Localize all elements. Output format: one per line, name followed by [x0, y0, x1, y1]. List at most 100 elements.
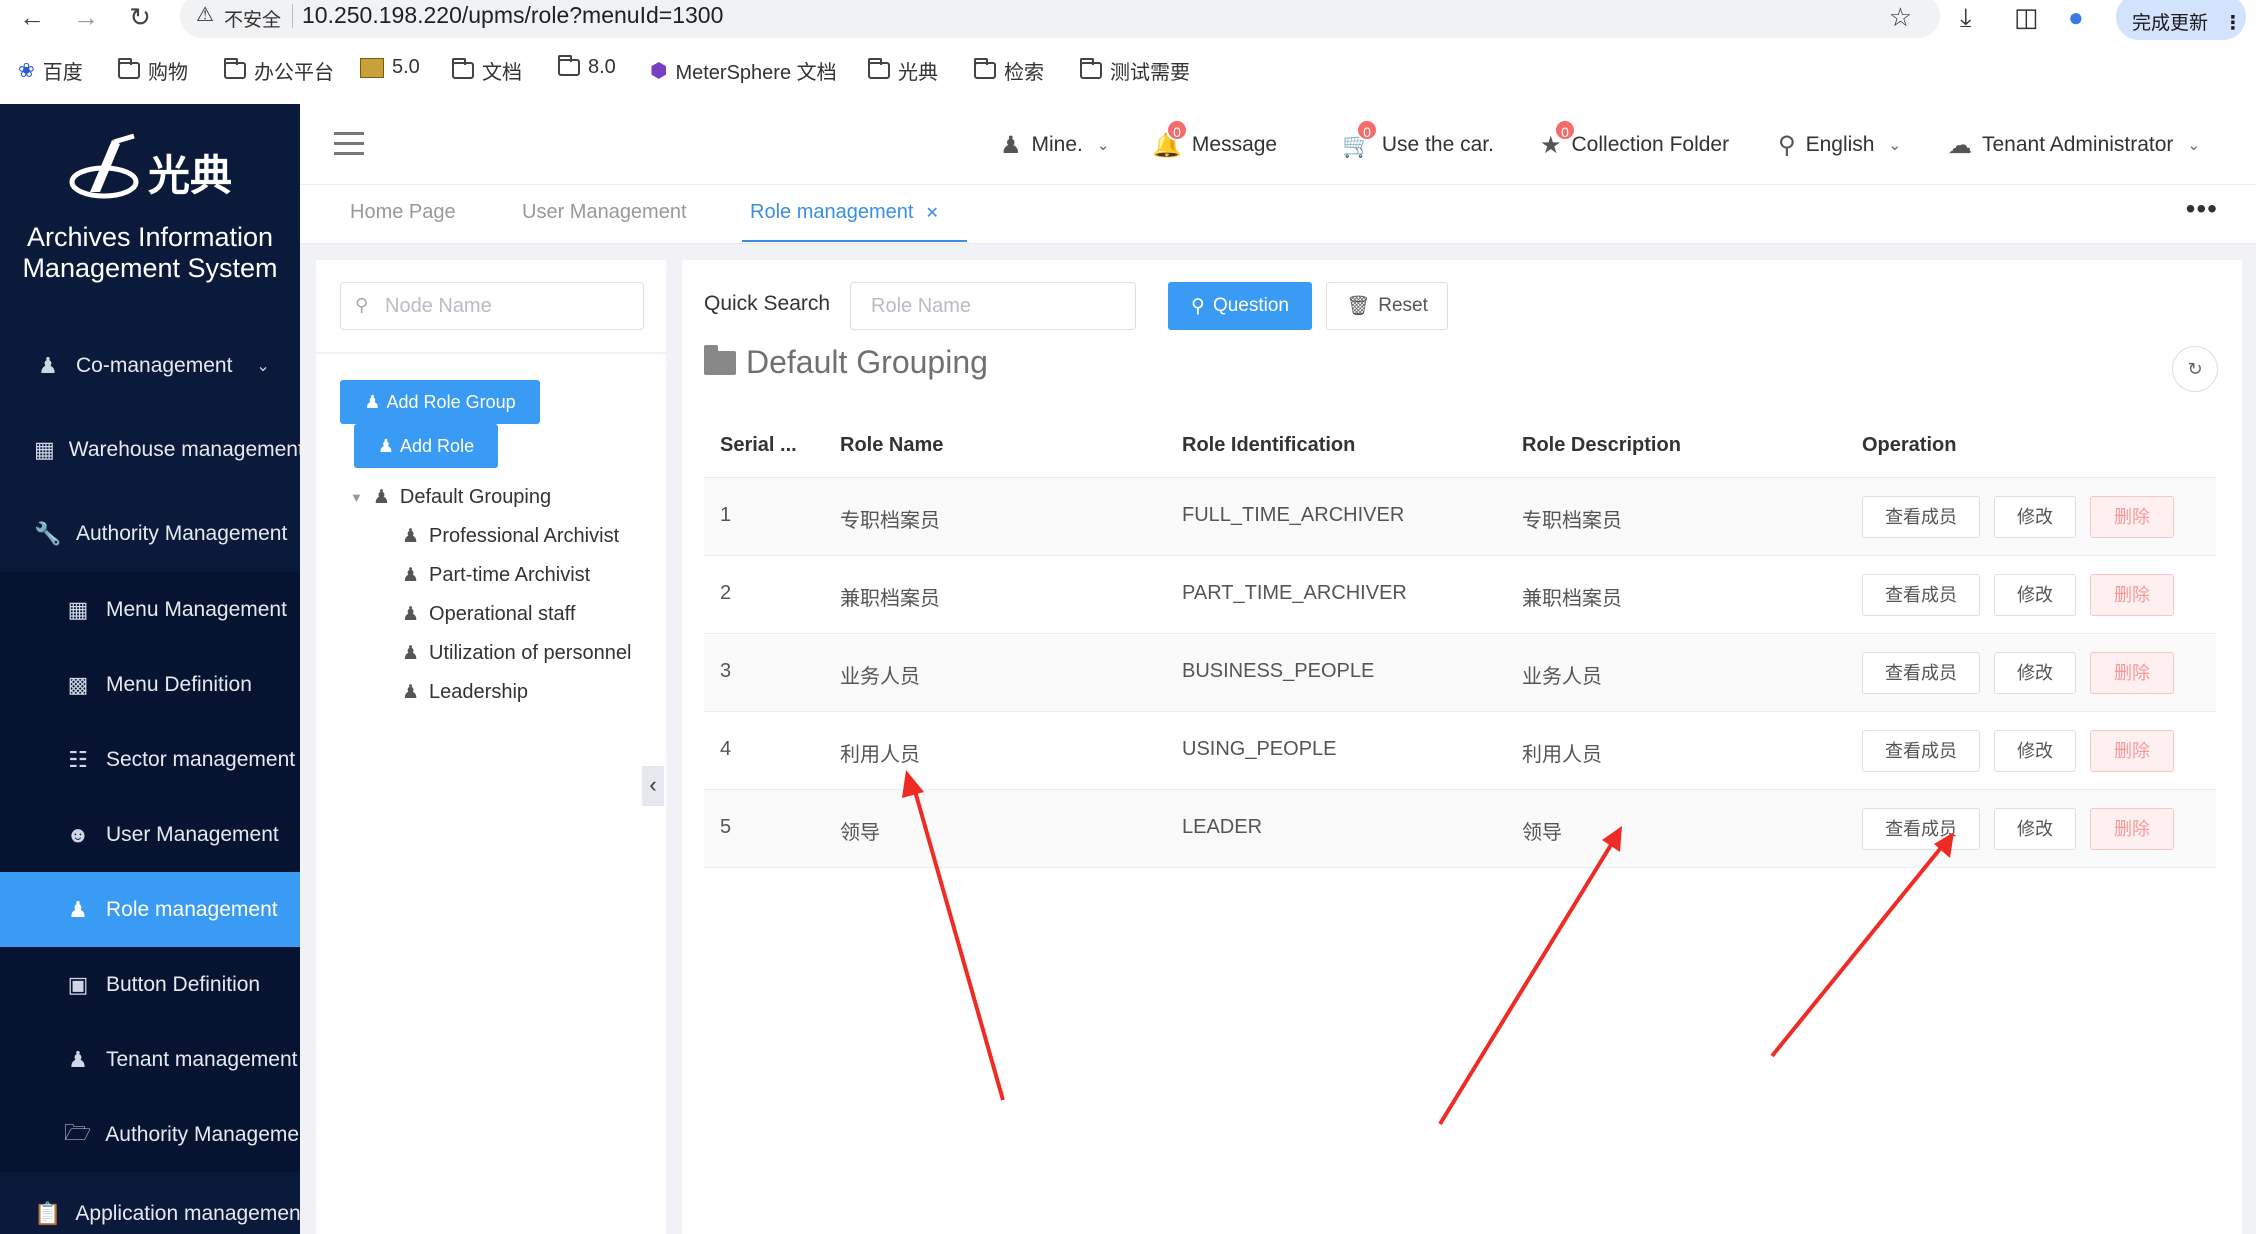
address-bar[interactable]: ⚠ 不安全 10.250.198.220/upms/role?menuId=13…: [180, 0, 1940, 38]
edit-button[interactable]: 修改: [1994, 652, 2076, 694]
sidebar-item-warehouse[interactable]: ▦ Warehouse management: [0, 412, 300, 487]
sidebar-item-authority[interactable]: 🔧 Authority Management: [0, 496, 300, 571]
table-row[interactable]: 1 专职档案员 FULL_TIME_ARCHIVER 专职档案员 查看成员 修改…: [704, 478, 2216, 556]
tab-home-page[interactable]: Home Page: [350, 201, 456, 224]
update-button[interactable]: 完成更新 ⋮: [2116, 0, 2246, 40]
bookmark-label: 购物: [148, 62, 188, 84]
bookmark-item[interactable]: ❀ 百度: [18, 56, 83, 85]
side-panel-icon[interactable]: ◫: [2014, 2, 2039, 33]
sidebar-item-label: Sector management: [106, 747, 296, 771]
sidebar-item-application[interactable]: 📋 Application management: [0, 1176, 300, 1234]
question-button[interactable]: ⚲ Question: [1168, 282, 1312, 330]
bookmark-folder[interactable]: 光典: [868, 56, 938, 85]
insecure-label[interactable]: 不安全: [224, 5, 281, 32]
sidebar-item-label: User Management: [106, 822, 279, 846]
table-row[interactable]: 5 领导 LEADER 领导 查看成员 修改 删除: [704, 790, 2216, 868]
folder-icon: [1080, 58, 1102, 79]
reset-button[interactable]: 🗑 Reset: [1326, 282, 1448, 330]
sidebar-item-menu-definition[interactable]: ▩ Menu Definition: [0, 647, 300, 722]
collection-button[interactable]: ★ 0 Collection Folder: [1540, 118, 1729, 162]
column-header-serial[interactable]: Serial ...: [720, 434, 797, 457]
view-members-button[interactable]: 查看成员: [1862, 808, 1980, 850]
url-text[interactable]: 10.250.198.220/upms/role?menuId=1300: [302, 2, 723, 29]
sidebar-item-tenant[interactable]: ♟ Tenant management: [0, 1022, 300, 1097]
bookmark-folder[interactable]: 文档: [452, 56, 522, 85]
table-row[interactable]: 2 兼职档案员 PART_TIME_ARCHIVER 兼职档案员 查看成员 修改…: [704, 556, 2216, 634]
cell-role-name: 专职档案员: [840, 510, 940, 532]
tab-role-management[interactable]: Role management ✕: [742, 201, 967, 242]
sidebar-item-authority-sub[interactable]: 🗁 Authority Management: [0, 1097, 300, 1172]
add-role-button[interactable]: ♟ Add Role: [354, 424, 498, 468]
add-role-group-button[interactable]: ♟ Add Role Group: [340, 380, 540, 424]
node-search-input[interactable]: [383, 293, 633, 319]
sidebar-item-user-management[interactable]: ☻ User Management: [0, 797, 300, 872]
column-header-role-identification[interactable]: Role Identification: [1182, 434, 1355, 457]
download-icon[interactable]: ⤓: [1960, 2, 1972, 34]
system-title: Archives Information Management System: [0, 222, 300, 284]
more-icon[interactable]: •••: [2186, 193, 2218, 225]
message-button[interactable]: 🔔 0 Message: [1152, 118, 1277, 162]
edit-button[interactable]: 修改: [1994, 730, 2076, 772]
column-header-operation[interactable]: Operation: [1862, 434, 1956, 457]
forward-icon[interactable]: →: [68, 0, 104, 34]
reload-icon[interactable]: ↻: [122, 0, 158, 34]
hamburger-icon[interactable]: [334, 132, 364, 156]
tree-node-root[interactable]: ▼ ♟ Default Grouping: [350, 486, 551, 509]
view-members-button[interactable]: 查看成员: [1862, 574, 1980, 616]
wrench-icon: 🔧: [34, 520, 62, 546]
sidebar-item-co-management[interactable]: ♟ Co-management ⌄: [0, 328, 300, 403]
delete-button[interactable]: 删除: [2090, 574, 2174, 616]
delete-button[interactable]: 删除: [2090, 652, 2174, 694]
column-header-role-description[interactable]: Role Description: [1522, 434, 1681, 457]
tree-node[interactable]: ♟ Professional Archivist: [402, 525, 619, 548]
sidebar-item-sector[interactable]: ☷ Sector management: [0, 722, 300, 797]
cell-role-name: 业务人员: [840, 666, 920, 688]
edit-button[interactable]: 修改: [1994, 496, 2076, 538]
bookmark-folder[interactable]: 办公平台: [224, 56, 334, 85]
org-chart-icon: ☷: [68, 746, 88, 772]
table-row[interactable]: 4 利用人员 USING_PEOPLE 利用人员 查看成员 修改 删除: [704, 712, 2216, 790]
edit-button[interactable]: 修改: [1994, 808, 2076, 850]
table-row[interactable]: 3 业务人员 BUSINESS_PEOPLE 业务人员 查看成员 修改 删除: [704, 634, 2216, 712]
delete-button[interactable]: 删除: [2090, 730, 2174, 772]
tree-node[interactable]: ♟ Part-time Archivist: [402, 564, 590, 587]
bookmark-item[interactable]: ⬢ MeterSphere 文档: [650, 56, 837, 85]
close-icon[interactable]: ✕: [925, 205, 938, 222]
warning-icon[interactable]: ⚠: [196, 2, 214, 27]
bookmark-item[interactable]: 5.0: [360, 56, 420, 79]
tab-user-management[interactable]: User Management: [522, 201, 687, 224]
view-members-button[interactable]: 查看成员: [1862, 496, 1980, 538]
node-search-field[interactable]: ⚲: [340, 282, 644, 330]
collapse-panel-icon[interactable]: ‹: [642, 766, 664, 806]
sidebar-item-menu-management[interactable]: ▦ Menu Management: [0, 572, 300, 647]
back-icon[interactable]: ←: [14, 0, 50, 34]
bookmark-star-icon[interactable]: ☆: [1889, 2, 1912, 33]
view-members-button[interactable]: 查看成员: [1862, 730, 1980, 772]
edit-button[interactable]: 修改: [1994, 574, 2076, 616]
car-button[interactable]: 🛒 0 Use the car.: [1342, 118, 1494, 162]
refresh-button[interactable]: ↻: [2172, 346, 2218, 392]
sidebar-item-button-definition[interactable]: ▣ Button Definition: [0, 947, 300, 1022]
bookmark-label: 文档: [482, 62, 522, 84]
bookmark-folder[interactable]: 8.0: [558, 55, 616, 79]
sidebar-item-role-management[interactable]: ♟ Role management: [0, 872, 300, 947]
bookmark-folder[interactable]: 购物: [118, 56, 188, 85]
view-members-button[interactable]: 查看成员: [1862, 652, 1980, 694]
folder-icon: [224, 58, 246, 79]
bookmark-folder[interactable]: 测试需要: [1080, 56, 1190, 85]
mine-menu[interactable]: ♟ Mine. ⌄: [1000, 128, 1109, 162]
cell-role-description: 专职档案员: [1522, 510, 1622, 532]
chevron-down-icon: ⌄: [256, 357, 270, 375]
profile-icon[interactable]: ●: [2068, 2, 2084, 33]
tenant-select[interactable]: ☁ Tenant Administrator ⌄: [1948, 128, 2200, 162]
caret-down-icon[interactable]: ▼: [350, 490, 363, 505]
language-select[interactable]: ⚲ English ⌄: [1778, 128, 1901, 162]
column-header-role-name[interactable]: Role Name: [840, 434, 943, 457]
role-name-input[interactable]: [850, 282, 1136, 330]
delete-button[interactable]: 删除: [2090, 496, 2174, 538]
bookmark-folder[interactable]: 检索: [974, 56, 1044, 85]
tree-node[interactable]: ♟ Utilization of personnel: [402, 642, 631, 665]
tree-node[interactable]: ♟ Leadership: [402, 681, 528, 704]
delete-button[interactable]: 删除: [2090, 808, 2174, 850]
tree-node[interactable]: ♟ Operational staff: [402, 603, 575, 626]
